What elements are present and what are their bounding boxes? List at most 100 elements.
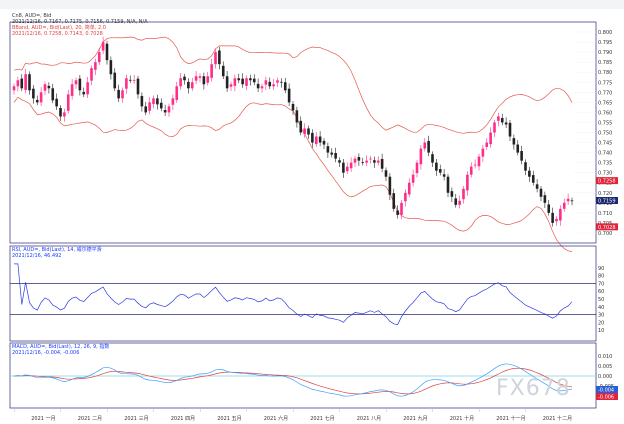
candle-body bbox=[500, 118, 504, 123]
candle-body bbox=[148, 102, 151, 111]
candle-body bbox=[559, 208, 562, 221]
candle-body bbox=[438, 169, 442, 173]
candle-body bbox=[334, 152, 337, 159]
price-tick-label: 0.775 bbox=[598, 80, 612, 86]
candle-body bbox=[63, 112, 66, 117]
candle-body bbox=[454, 198, 458, 205]
price-tick-label: 0.770 bbox=[598, 90, 612, 96]
x-month-label: 2021 三月 bbox=[124, 416, 148, 422]
rsi-legend-line-1: RSI, AUD=, Bid(Last), 14, 威尔德平滑 bbox=[12, 246, 102, 253]
candle-body bbox=[190, 82, 194, 89]
candle-body bbox=[380, 159, 384, 169]
candle-body bbox=[32, 88, 35, 99]
macd-legend-line-1: MACD, AUD=, Bid(Last), 12, 26, 9, 指数 bbox=[12, 343, 109, 350]
candle-body bbox=[24, 74, 27, 90]
macd-tick-label: 0.005 bbox=[598, 364, 612, 370]
candle-body bbox=[218, 50, 221, 65]
candle-body bbox=[322, 140, 326, 145]
rsi-tick-label: 70 bbox=[598, 281, 604, 287]
price-tick-label: 0.790 bbox=[598, 50, 612, 56]
x-month-label: 2021 五月 bbox=[217, 416, 241, 422]
candle-body bbox=[256, 83, 260, 89]
candle-body bbox=[121, 90, 124, 99]
price-tag-label: 0.7159 bbox=[598, 199, 616, 205]
candle-body bbox=[241, 78, 244, 85]
candle-body bbox=[109, 60, 113, 75]
candle-body bbox=[214, 52, 217, 65]
candle-body bbox=[345, 166, 349, 172]
candle-body bbox=[469, 166, 473, 175]
candle-body bbox=[225, 76, 229, 89]
candle-body bbox=[357, 157, 361, 161]
candle-body bbox=[311, 132, 314, 143]
macd-legend-line-2: 2021/12/16, -0.004, -0.006 bbox=[12, 350, 79, 356]
candle-body bbox=[400, 202, 403, 215]
candle-body bbox=[365, 160, 368, 163]
candle-body bbox=[450, 191, 454, 197]
candle-body bbox=[276, 80, 279, 83]
candle-body bbox=[384, 170, 388, 177]
candle-body bbox=[524, 162, 527, 171]
candle-body bbox=[516, 144, 520, 153]
candle-body bbox=[485, 142, 489, 147]
rsi-tick-label: 40 bbox=[598, 305, 604, 311]
candle-body bbox=[171, 98, 175, 105]
candle-body bbox=[349, 162, 353, 169]
candle-body bbox=[35, 99, 39, 103]
candle-body bbox=[373, 160, 376, 163]
candle-body bbox=[280, 81, 283, 83]
candle-body bbox=[55, 98, 58, 107]
candle-body bbox=[342, 162, 345, 173]
candle-body bbox=[326, 146, 330, 153]
candle-body bbox=[210, 64, 213, 78]
price-tick-label: 0.700 bbox=[598, 231, 612, 237]
price-tick-label: 0.720 bbox=[598, 191, 612, 197]
candle-body bbox=[94, 62, 97, 70]
candle-body bbox=[570, 200, 574, 202]
candle-body bbox=[396, 210, 399, 215]
candle-body bbox=[43, 84, 47, 91]
candle-body bbox=[477, 156, 481, 167]
candle-body bbox=[411, 174, 415, 183]
x-month-label: 2021 十月 bbox=[450, 415, 474, 422]
x-month-label: 2021 九月 bbox=[403, 415, 427, 422]
candle-body bbox=[314, 136, 318, 145]
candle-body bbox=[295, 110, 299, 123]
candle-body bbox=[198, 76, 202, 78]
candle-body bbox=[504, 122, 508, 125]
candle-body bbox=[187, 81, 190, 89]
rsi-tick-label: 10 bbox=[598, 328, 604, 334]
candle-body bbox=[388, 176, 392, 195]
candle-body bbox=[562, 202, 566, 209]
candle-body bbox=[70, 84, 74, 96]
candle-body bbox=[330, 152, 334, 155]
x-month-label: 2021 一月 bbox=[31, 416, 55, 422]
candle-body bbox=[303, 128, 306, 135]
price-tick-label: 0.800 bbox=[598, 30, 612, 36]
candle-body bbox=[16, 80, 20, 87]
candle-body bbox=[132, 80, 136, 82]
candle-body bbox=[245, 78, 248, 86]
candle-body bbox=[90, 68, 93, 81]
candle-body bbox=[221, 65, 225, 77]
price-tick-label: 0.785 bbox=[598, 60, 612, 66]
candle-body bbox=[128, 79, 132, 81]
candle-body bbox=[144, 106, 148, 113]
candle-body bbox=[113, 72, 117, 89]
candle-body bbox=[547, 204, 551, 213]
candle-body bbox=[66, 94, 70, 111]
rsi-tick-label: 90 bbox=[598, 266, 604, 272]
price-tick-label: 0.795 bbox=[598, 40, 612, 46]
candle-body bbox=[458, 200, 461, 205]
candle-body bbox=[307, 128, 310, 135]
candle-body bbox=[473, 164, 477, 166]
candle-body bbox=[299, 120, 303, 133]
candle-body bbox=[520, 150, 523, 161]
candle-body bbox=[551, 212, 554, 223]
rsi-legend-line-2: 2021/12/16, 46.492 bbox=[12, 253, 62, 259]
candle-body bbox=[268, 81, 272, 87]
candle-body bbox=[419, 148, 423, 165]
price-tick-label: 0.745 bbox=[598, 141, 612, 147]
price-tick-label: 0.760 bbox=[598, 110, 612, 116]
candle-body bbox=[152, 98, 155, 104]
